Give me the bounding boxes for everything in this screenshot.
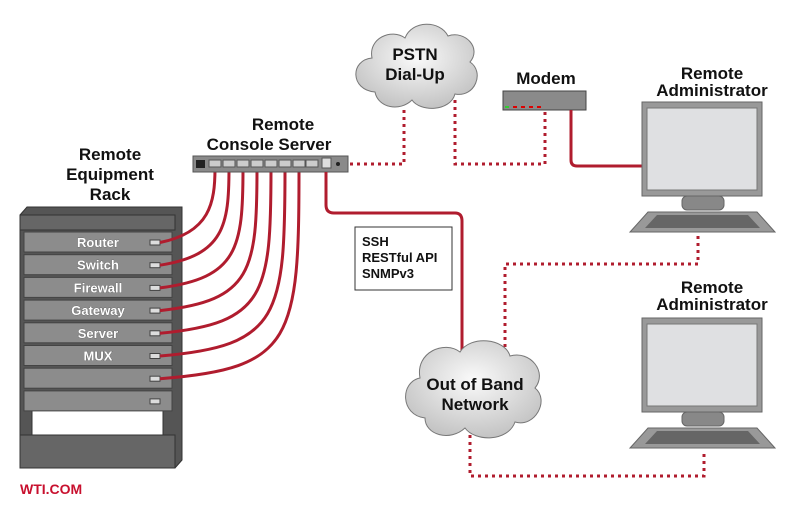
modem-to-admin-cable [569,110,642,168]
serial-port [278,159,292,168]
monitor-stand [681,195,725,211]
rack-unit-port [149,375,161,382]
diagram: Remote Equipment Rack Router Switch Firewa… [0,0,800,505]
rack-title-1: Remote [79,145,141,164]
admin-computer-bottom [628,317,777,449]
oob-cloud: Out of Band Network [405,340,542,439]
rack-unit-port [149,284,161,291]
rack-unit-port [149,262,161,269]
pstn-label-2: Dial-Up [385,65,445,84]
protocol-rest: RESTful API [362,250,437,265]
equipment-rack: Router Switch Firewall Gateway Server MUX [19,206,183,469]
monitor-screen [646,107,758,191]
protocols-box: SSH RESTful API SNMPv3 [354,226,453,291]
protocol-ssh: SSH [362,234,389,249]
rack-unit-label: Firewall [74,280,122,295]
network-diagram: Remote Equipment Rack Router Switch Firewa… [19,23,777,497]
rack-unit-label: Gateway [71,303,125,318]
pstn-label-1: PSTN [392,45,437,64]
monitor-stand [681,411,725,427]
serial-port [222,159,236,168]
modem-label: Modem [516,69,576,88]
rack-unit-label: Router [77,235,119,250]
modem [502,90,587,111]
rack-unit-port [149,239,161,246]
pstn-link-console [350,110,406,166]
serial-port [236,159,250,168]
console-server-title-2: Console Server [207,135,332,154]
brand-logo: WTI.COM [20,481,82,497]
serial-port [292,159,306,168]
rack-unit-label: Server [78,326,118,341]
oob-label-2: Network [441,395,509,414]
pstn-cloud: PSTN Dial-Up [355,23,478,109]
rack-unit-label: MUX [84,349,113,364]
oob-label-1: Out of Band [426,375,523,394]
rack-unit-port [149,353,161,359]
console-server [192,155,349,173]
admin-top-label-2: Administrator [656,81,768,100]
console-server-title-1: Remote [252,115,314,134]
rack-unit-port [149,307,161,314]
rack-unit-port [149,398,161,405]
network-port [321,157,332,169]
serial-port [264,159,278,168]
admin-bottom-label-2: Administrator [656,295,768,314]
keyboard-keys [645,431,760,444]
keyboard-keys [645,215,760,228]
serial-port [208,159,222,168]
rack-title-2: Equipment [66,165,154,184]
protocol-snmp: SNMPv3 [362,266,414,281]
admin-computer-top [628,101,777,233]
monitor-screen [646,323,758,407]
rack-unit-port [149,330,161,337]
rack-title-3: Rack [90,185,131,204]
rack-unit-label: Switch [77,258,119,273]
serial-port [250,159,264,168]
